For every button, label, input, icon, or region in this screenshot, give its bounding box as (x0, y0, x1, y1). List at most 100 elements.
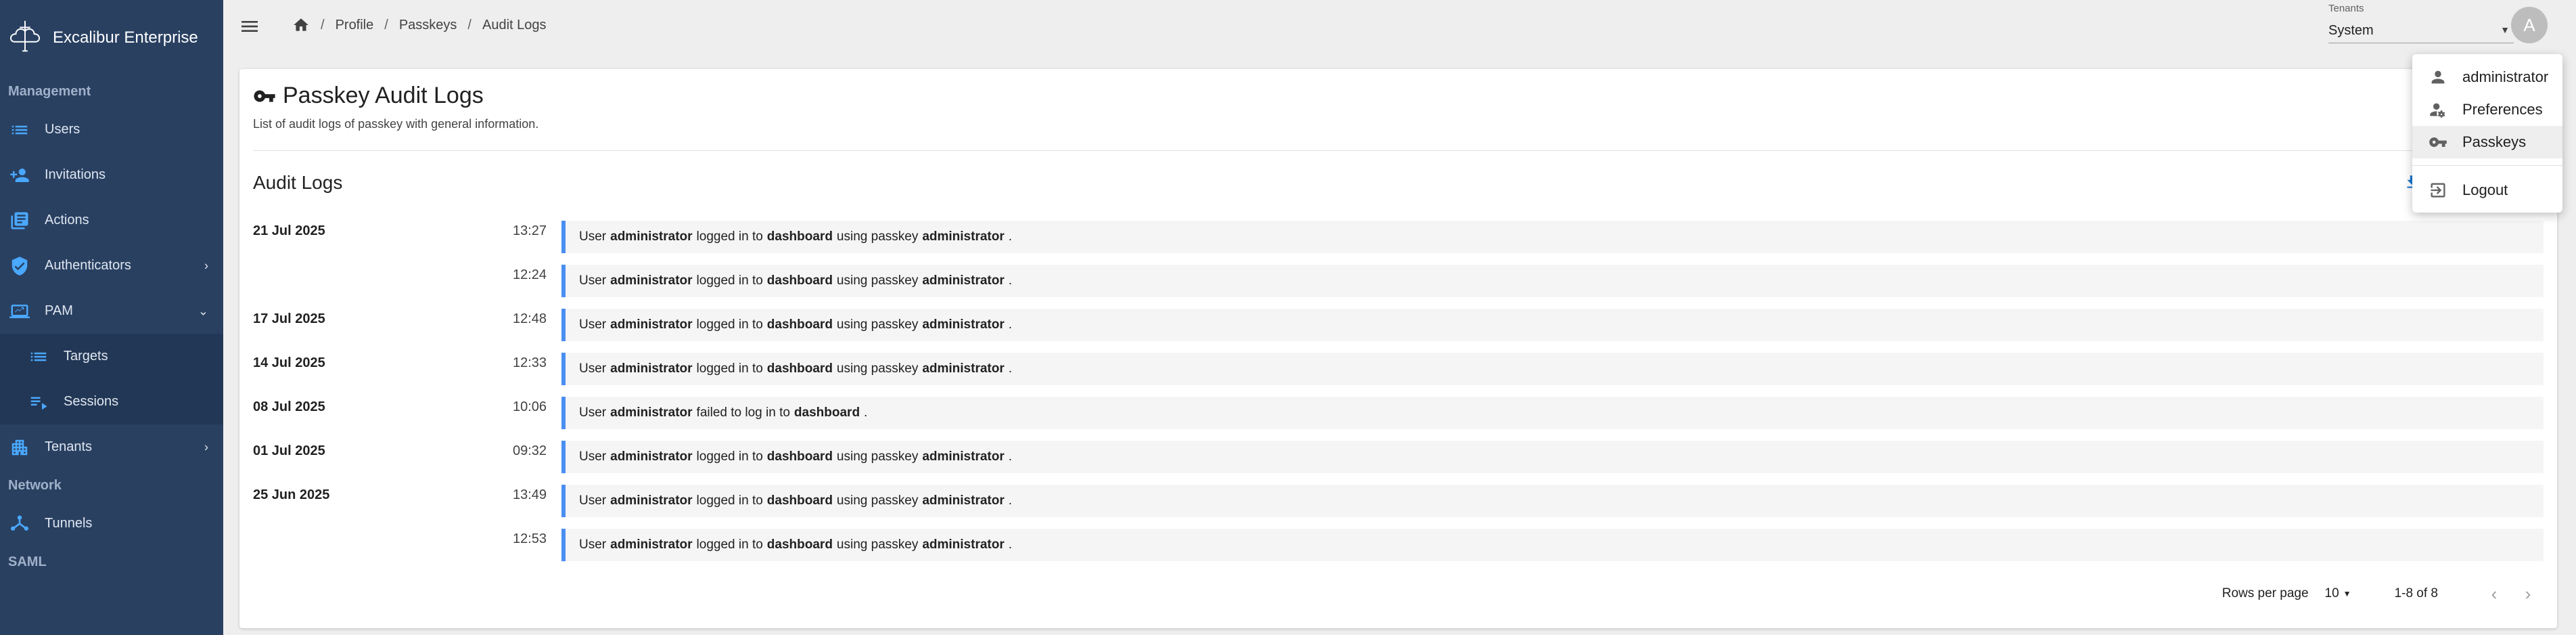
menu-item-preferences[interactable]: Preferences (2412, 93, 2562, 126)
log-entity: dashboard (766, 362, 833, 376)
log-row: 25 Jun 2025 13:49 User administrator logged … (253, 483, 2544, 527)
page-description: List of audit logs of passkey with gener… (253, 117, 539, 131)
sidebar-item-label: PAM (45, 303, 73, 318)
log-entity: administrator (610, 538, 693, 552)
card-header: Passkey Audit Logs List of audit logs of… (253, 83, 538, 131)
log-text: using passkey (836, 450, 919, 464)
log-entity: dashboard (766, 229, 833, 244)
log-text: logged in to (696, 538, 763, 552)
tenant-select[interactable]: Tenants System ▼ (2328, 3, 2514, 43)
breadcrumb-separator: / (467, 17, 472, 32)
sidebar-item-users[interactable]: Users (0, 107, 223, 152)
menu-item-username[interactable]: administrator (2412, 61, 2562, 93)
log-text: logged in to (696, 362, 763, 376)
log-entry: User administrator logged in to dashboard us… (561, 529, 2544, 561)
log-entity: dashboard (794, 406, 860, 420)
playlist-play-icon (27, 391, 50, 414)
excalibur-logo-icon (5, 17, 45, 60)
rows-per-page-select[interactable]: 10 (2325, 586, 2339, 601)
sidebar-item-pam[interactable]: PAM ⌄ (0, 288, 223, 334)
log-entity: dashboard (766, 318, 833, 332)
sidebar-item-targets[interactable]: Targets (0, 334, 223, 379)
log-time: 12:53 (513, 531, 547, 546)
menu-item-passkeys[interactable]: Passkeys (2412, 126, 2562, 158)
log-time: 13:27 (513, 223, 547, 238)
brand[interactable]: Excalibur Enterprise (0, 0, 223, 76)
log-row: 21 Jul 2025 13:27 User administrator logged … (253, 219, 2544, 263)
rows-per-page-label: Rows per page (2222, 586, 2309, 600)
home-icon[interactable] (292, 16, 310, 34)
log-text: User (579, 273, 607, 288)
breadcrumb-passkeys[interactable]: Passkeys (399, 18, 457, 33)
sidebar-item-tenants[interactable]: Tenants › (0, 424, 223, 470)
log-text: User (579, 450, 607, 464)
chevron-down-icon: ⌄ (198, 304, 208, 318)
pagination: Rows per page 10 ▼ 1-8 of 8 ‹ › (2222, 584, 2538, 604)
sidebar-item-sessions[interactable]: Sessions (0, 379, 223, 424)
log-text: using passkey (836, 362, 919, 376)
sidebar-item-invitations[interactable]: Invitations (0, 152, 223, 198)
log-entry: User administrator logged in to dashboard us… (561, 441, 2544, 473)
log-text: . (1008, 494, 1013, 508)
list-icon (8, 118, 31, 141)
log-entity: administrator (922, 318, 1005, 332)
log-text: . (1008, 538, 1013, 552)
log-text: using passkey (836, 318, 919, 332)
breadcrumb-separator: / (384, 17, 388, 32)
log-row: 12:24 User administrator logged in to dashbo… (253, 263, 2544, 307)
log-time: 13:49 (513, 487, 547, 502)
log-row: 17 Jul 2025 12:48 User administrator logged … (253, 307, 2544, 351)
log-entity: administrator (610, 362, 693, 376)
avatar[interactable]: A (2511, 7, 2548, 43)
menu-item-label: administrator (2462, 68, 2549, 85)
sidebar-item-tunnels[interactable]: Tunnels (0, 501, 223, 546)
app-name: Excalibur Enterprise (53, 28, 198, 47)
log-entity: administrator (922, 538, 1005, 552)
log-date: 17 Jul 2025 (253, 311, 325, 326)
key-icon (2429, 137, 2447, 147)
log-entity: administrator (610, 273, 693, 288)
sidebar-item-authenticators[interactable]: Authenticators › (0, 243, 223, 288)
log-entry: User administrator logged in to dashboard us… (561, 221, 2544, 253)
tunnel-icon (8, 512, 31, 535)
log-text: using passkey (836, 494, 919, 508)
log-text: . (1008, 229, 1013, 244)
previous-page-button[interactable]: ‹ (2484, 584, 2504, 604)
log-entity: administrator (922, 362, 1005, 376)
page-title: Passkey Audit Logs (253, 83, 538, 109)
log-text: . (1008, 450, 1013, 464)
page-title-text: Passkey Audit Logs (283, 83, 484, 108)
chevron-right-icon: › (204, 259, 208, 272)
log-date: 21 Jul 2025 (253, 223, 325, 238)
tenant-label: Tenants (2328, 3, 2364, 14)
log-text: User (579, 362, 607, 376)
log-entity: administrator (922, 450, 1005, 464)
sidebar: Excalibur Enterprise Management Users In… (0, 0, 223, 635)
log-time: 12:48 (513, 311, 547, 326)
breadcrumb: / Profile / Passkeys / Audit Logs (292, 16, 547, 34)
log-text: . (1008, 362, 1013, 376)
section-management: Management (8, 83, 91, 99)
log-entry: User administrator logged in to dashboard us… (561, 353, 2544, 385)
log-text: failed to log in to (696, 406, 790, 420)
menu-item-logout[interactable]: Logout (2412, 174, 2562, 206)
menu-button[interactable] (237, 14, 262, 39)
pagination-range: 1-8 of 8 (2394, 586, 2438, 600)
sidebar-item-label: Sessions (64, 394, 119, 409)
next-page-button[interactable]: › (2518, 584, 2538, 604)
log-text: . (864, 406, 868, 420)
log-text: User (579, 318, 607, 332)
breadcrumb-separator: / (321, 17, 325, 32)
log-time: 12:24 (513, 267, 547, 282)
log-time: 10:06 (513, 399, 547, 414)
sidebar-item-label: Targets (64, 349, 108, 364)
sidebar-item-actions[interactable]: Actions (0, 198, 223, 243)
sidebar-item-label: Tenants (45, 439, 93, 454)
log-text: logged in to (696, 318, 763, 332)
log-time: 09:32 (513, 443, 547, 458)
hamburger-icon (242, 21, 258, 32)
caret-down-icon: ▼ (2343, 589, 2351, 598)
log-text: . (1008, 318, 1013, 332)
breadcrumb-profile[interactable]: Profile (336, 18, 374, 33)
audit-logs-card: Passkey Audit Logs List of audit logs of… (239, 69, 2557, 628)
